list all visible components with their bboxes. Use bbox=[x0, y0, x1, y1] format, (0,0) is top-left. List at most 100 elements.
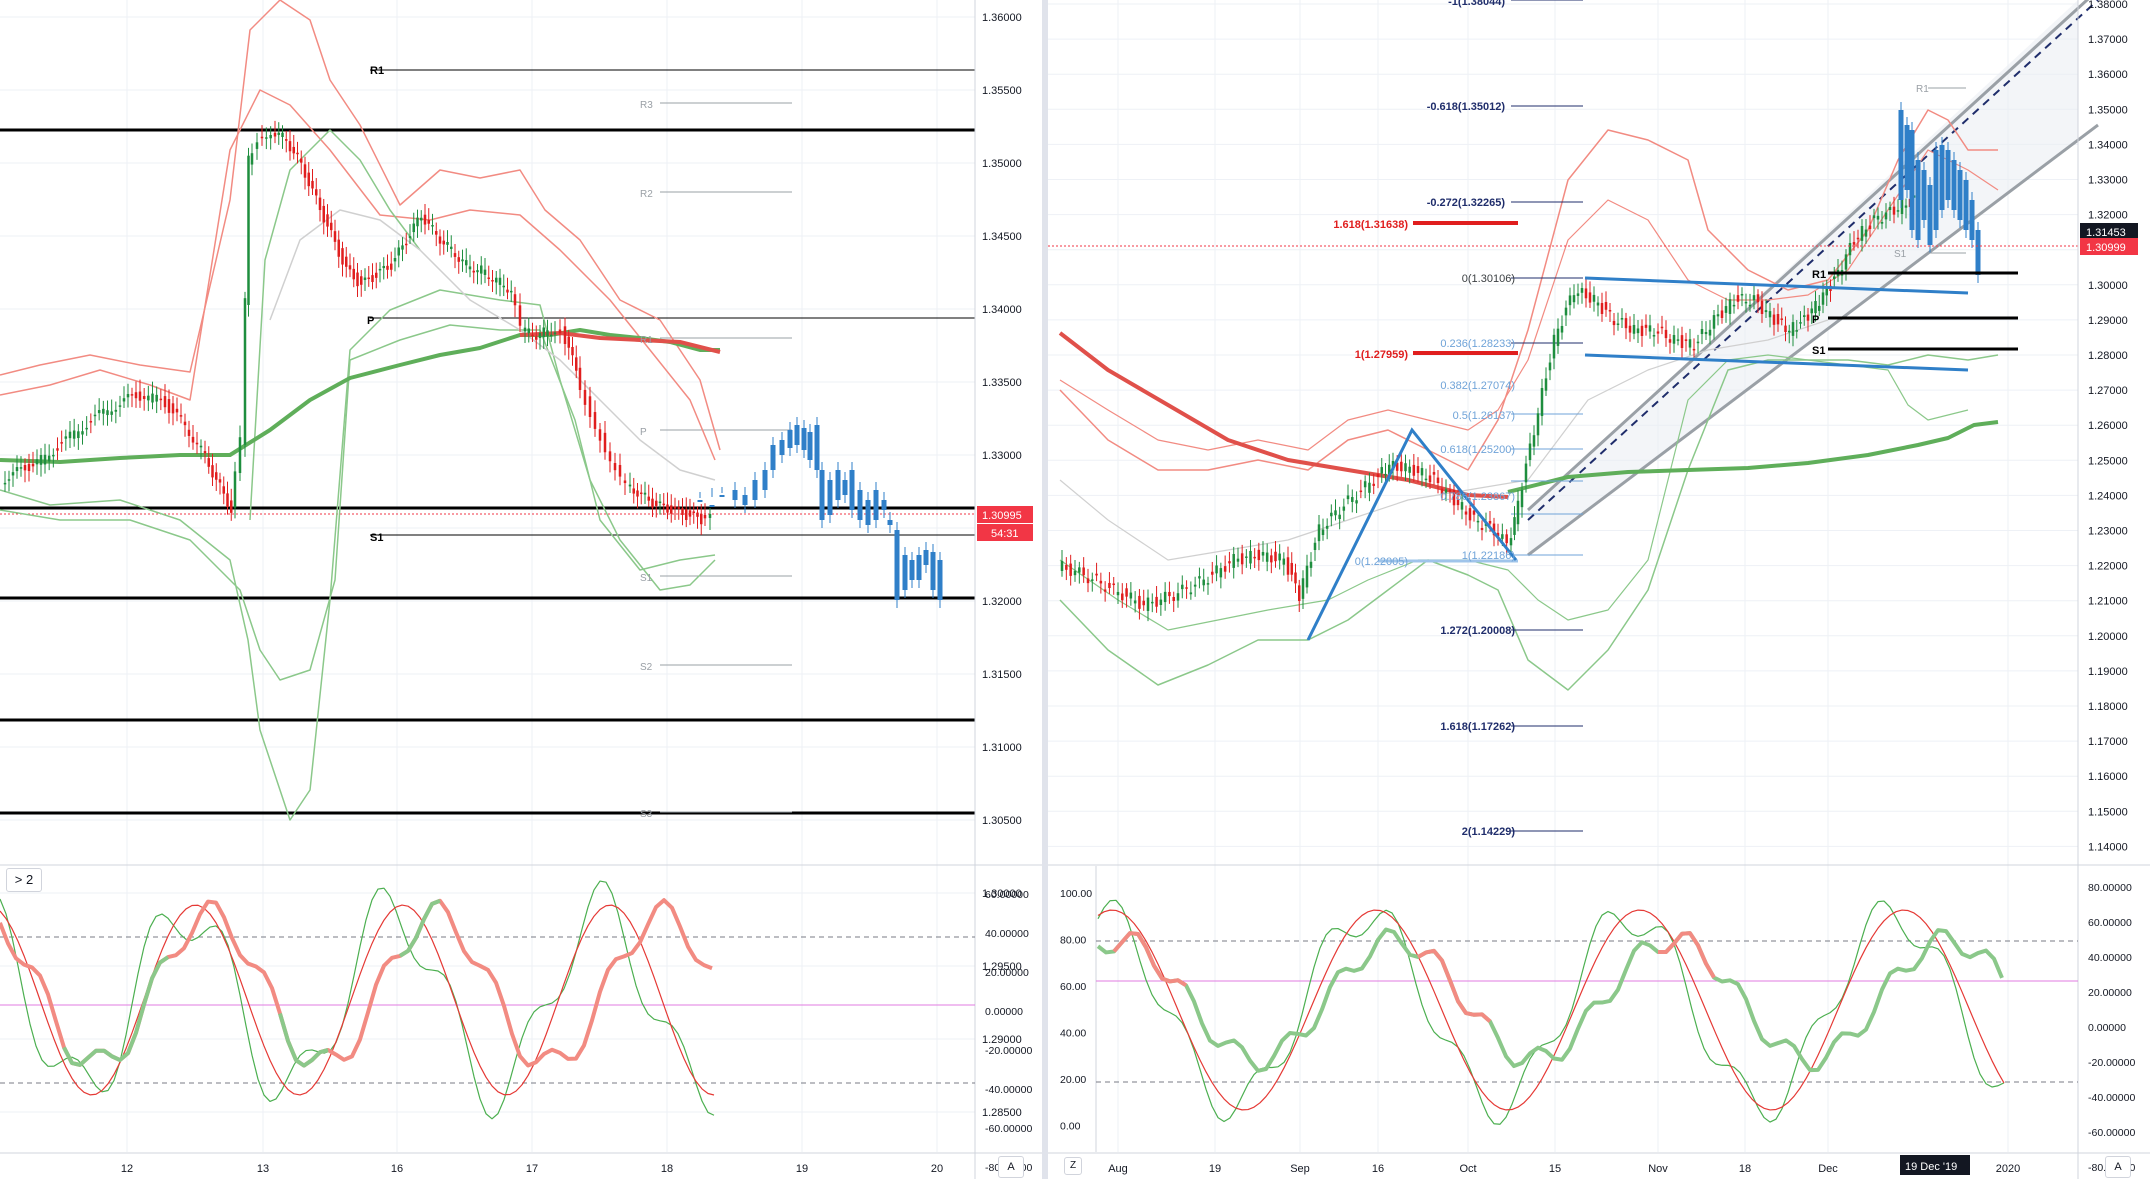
left-chart-svg[interactable]: R1 P S1 R3 R2 R1 P S1 S2 S3 1.36000 1.355… bbox=[0, 0, 1042, 1184]
candle-body bbox=[1700, 329, 1704, 335]
candle-body bbox=[1065, 565, 1068, 570]
candle-body bbox=[487, 277, 490, 279]
candle-body bbox=[1880, 221, 1884, 224]
right-price-tags: 1.31453 1.30999 bbox=[2080, 223, 2138, 255]
left-stoch-collapse-button[interactable]: > 2 bbox=[6, 868, 42, 892]
candle-body bbox=[230, 500, 233, 513]
candle-body bbox=[333, 231, 337, 242]
right-price-tick: 1.36000 bbox=[2088, 69, 2128, 81]
candle-body bbox=[1652, 335, 1656, 337]
candle-body bbox=[222, 486, 225, 494]
candle-body bbox=[68, 431, 72, 439]
right-price-tick: 1.33000 bbox=[2088, 175, 2128, 187]
candle-body bbox=[19, 467, 23, 469]
fib-label: 1.618(1.31638) bbox=[1333, 219, 1408, 231]
candle-body bbox=[1330, 512, 1333, 517]
candle-body bbox=[56, 448, 59, 451]
candle-body bbox=[77, 431, 80, 439]
candle-body bbox=[1604, 302, 1608, 310]
right-time-axis: Aug 19 Sep 16 Oct 15 Nov 18 Dec 2020 bbox=[1108, 1163, 2020, 1175]
left-time-tick: 17 bbox=[526, 1163, 538, 1175]
candle-body bbox=[367, 277, 370, 280]
candle-body bbox=[427, 220, 430, 224]
left-stoch-tick: 0.00000 bbox=[985, 1006, 1023, 1018]
candle-body bbox=[1896, 210, 1900, 212]
candle-body bbox=[7, 479, 11, 481]
projection-bar bbox=[1945, 150, 1951, 200]
projection-bar bbox=[923, 550, 929, 565]
right-time-tick: 16 bbox=[1372, 1163, 1384, 1175]
fib-label: 0(1.22005) bbox=[1355, 556, 1408, 568]
left-price-tick: 1.32000 bbox=[982, 596, 1022, 608]
candle-body bbox=[527, 328, 530, 334]
right-red-ma bbox=[1058, 331, 1509, 499]
candle-body bbox=[303, 164, 307, 178]
candle-body bbox=[330, 222, 333, 231]
left-time-tick: 18 bbox=[661, 1163, 673, 1175]
candle-body bbox=[1325, 525, 1329, 529]
candle-body bbox=[3, 482, 7, 485]
candle-body bbox=[375, 272, 378, 278]
candle-body bbox=[673, 506, 677, 509]
projection-bar bbox=[732, 490, 738, 500]
candle-body bbox=[1103, 589, 1107, 592]
candle-body bbox=[1740, 294, 1744, 296]
right-time-tick: Aug bbox=[1108, 1163, 1128, 1175]
candle-body bbox=[1572, 295, 1576, 303]
candle-body bbox=[1202, 579, 1205, 586]
right-crosshair-date: 19 Dec '19 bbox=[1900, 1155, 1970, 1175]
left-horizontal-levels bbox=[0, 69, 975, 815]
candle-body bbox=[1799, 322, 1802, 324]
left-chart-panel[interactable]: R1 P S1 R3 R2 R1 P S1 S2 S3 1.36000 1.355… bbox=[0, 0, 1042, 1184]
candle-body bbox=[1784, 325, 1787, 333]
candle-body bbox=[1480, 527, 1484, 530]
right-price-tick: 1.22000 bbox=[2088, 561, 2128, 573]
left-auto-scale-button[interactable]: A bbox=[998, 1156, 1024, 1178]
candle-body bbox=[311, 180, 314, 189]
right-price-tag-line: 1.30999 bbox=[2086, 242, 2126, 254]
left-stoch-axis: 60.00000 40.00000 20.00000 0.00000 -20.00000… bbox=[985, 889, 1032, 1174]
projection-bar bbox=[1963, 180, 1969, 230]
candle-body bbox=[1856, 237, 1860, 240]
left-stoch-d bbox=[0, 904, 715, 1096]
candle-body bbox=[1125, 588, 1128, 597]
left-stoch-smoothed-up bbox=[62, 955, 170, 1067]
left-green-ma bbox=[0, 328, 720, 464]
right-price-tick: 1.19000 bbox=[2088, 666, 2128, 678]
right-chart-svg[interactable]: -1(1.38044) -0.618(1.35012) -0.272(1.322… bbox=[1048, 0, 2150, 1179]
candle-body bbox=[550, 334, 553, 337]
right-zoom-button[interactable]: Z bbox=[1064, 1157, 1082, 1175]
candle-body bbox=[371, 275, 374, 283]
right-price-tick: 1.23000 bbox=[2088, 526, 2128, 538]
fib-label: 1.618(1.17262) bbox=[1440, 721, 1515, 733]
candle-body bbox=[450, 246, 453, 249]
candle-body bbox=[1760, 300, 1764, 314]
left-faint-r2-label: R2 bbox=[640, 189, 653, 200]
projection-bar bbox=[1969, 200, 1975, 240]
candle-body bbox=[1768, 311, 1772, 318]
candle-body bbox=[1520, 489, 1524, 508]
projection-bar bbox=[865, 500, 871, 525]
candle-body bbox=[1408, 466, 1411, 473]
left-stoch-tick: 20.00000 bbox=[985, 967, 1029, 979]
candle-body bbox=[483, 269, 487, 275]
candle-body bbox=[318, 197, 322, 211]
candle-body bbox=[211, 465, 214, 478]
candle-body bbox=[1261, 552, 1265, 556]
candle-body bbox=[583, 389, 587, 405]
candle-body bbox=[1301, 578, 1305, 599]
candle-body bbox=[531, 334, 534, 337]
right-chart-panel[interactable]: -1(1.38044) -0.618(1.35012) -0.272(1.322… bbox=[1048, 0, 2150, 1179]
candle-body bbox=[1509, 538, 1513, 546]
fib-label: 0(1.30106) bbox=[1462, 273, 1515, 285]
left-price-tick: 1.33500 bbox=[982, 377, 1022, 389]
left-stoch-tick: 40.00000 bbox=[985, 928, 1029, 940]
right-pivot-p-label: P bbox=[1812, 314, 1819, 326]
right-auto-scale-button[interactable]: A bbox=[2105, 1156, 2131, 1178]
candle-body bbox=[1791, 322, 1795, 336]
left-price-tick: 1.36000 bbox=[982, 12, 1022, 24]
candle-body bbox=[1309, 561, 1313, 568]
left-time-tick: 12 bbox=[121, 1163, 133, 1175]
candle-body bbox=[446, 242, 449, 245]
candle-body bbox=[1810, 308, 1813, 314]
